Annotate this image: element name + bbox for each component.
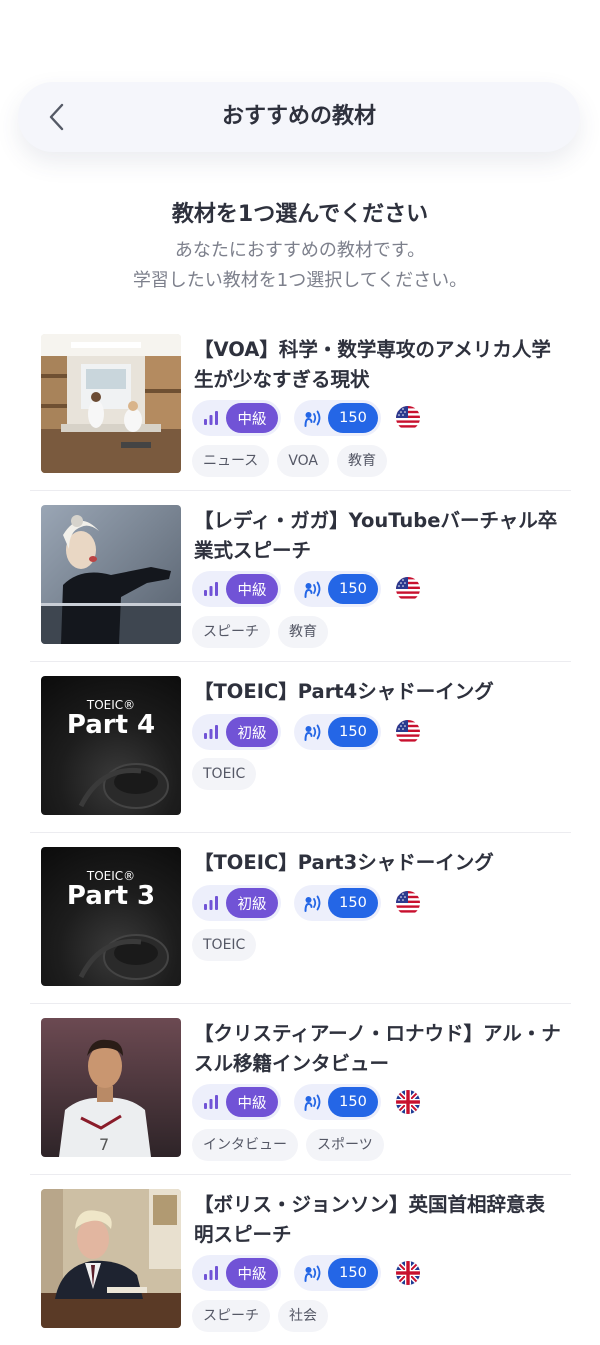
- material-title: 【レディ・ガガ】YouTubeバーチャル卒業式スピーチ: [194, 509, 558, 562]
- tag-list: スピーチ 社会: [192, 1300, 336, 1332]
- thumbnail-part-label: Part 3: [66, 881, 156, 911]
- tag: スピーチ: [192, 1300, 270, 1332]
- level-pill: 中級: [226, 403, 278, 433]
- count-pill: 150: [328, 1087, 378, 1117]
- material-card[interactable]: 【レディ・ガガ】YouTubeバーチャル卒業式スピーチ 中級 150 スピーチ …: [30, 491, 571, 662]
- speaking-icon: [302, 578, 324, 600]
- level-badge: 中級: [192, 400, 281, 436]
- tag-list: TOEIC: [192, 929, 264, 961]
- us-flag-icon: [396, 891, 420, 915]
- badge-row: 初級 150: [192, 885, 420, 921]
- tag: TOEIC: [192, 758, 257, 790]
- badge-row: 中級 150: [192, 400, 420, 436]
- count-pill: 150: [328, 888, 378, 918]
- tag: TOEIC: [192, 929, 257, 961]
- signal-bars-icon: [200, 407, 222, 429]
- us-flag-icon: [396, 720, 420, 744]
- tag: インタビュー: [192, 1129, 298, 1161]
- speaking-icon: [302, 721, 324, 743]
- count-pill: 150: [328, 403, 378, 433]
- badge-row: 中級 150: [192, 1084, 420, 1120]
- material-title: 【クリスティアーノ・ロナウド】アル・ナスル移籍インタビュー: [194, 1022, 561, 1075]
- intro-subtitle-line: あなたにおすすめの教材です。: [174, 240, 426, 261]
- thumbnail-toeic: TOEIC® Part 4: [41, 676, 181, 815]
- page-title: おすすめの教材: [221, 104, 376, 129]
- material-card[interactable]: TOEIC® Part 3 【TOEIC】Part3シャドーイング 初級 150…: [30, 833, 571, 1004]
- level-pill: 初級: [226, 888, 278, 918]
- us-flag-icon: [396, 577, 420, 601]
- level-pill: 中級: [226, 1087, 278, 1117]
- intro-subtitle-line: 学習したい教材を1つ選択してください。: [132, 270, 468, 291]
- level-badge: 初級: [192, 714, 281, 750]
- material-title: 【TOEIC】Part3シャドーイング: [194, 851, 494, 874]
- svg-text:7: 7: [99, 1135, 109, 1154]
- thumbnail-part-label: Part 4: [66, 710, 156, 740]
- thumbnail-lab-photo: [41, 334, 181, 473]
- tag: ニュース: [192, 445, 270, 477]
- material-card[interactable]: 【ボリス・ジョンソン】英国首相辞意表明スピーチ 中級 150 スピーチ 社会: [30, 1175, 571, 1345]
- speaking-icon: [302, 892, 324, 914]
- thumbnail-athlete-photo: 7: [41, 1018, 181, 1157]
- uk-flag-icon: [396, 1261, 420, 1285]
- level-pill: 中級: [226, 574, 278, 604]
- tag: スピーチ: [192, 616, 270, 648]
- tag: VOA: [277, 445, 329, 477]
- level-badge: 初級: [192, 885, 281, 921]
- shadowing-count-badge: 150: [294, 571, 381, 607]
- count-pill: 150: [328, 574, 378, 604]
- material-title: 【VOA】科学・数学専攻のアメリカ人学生が少なすぎる現状: [194, 338, 551, 391]
- thumbnail-speech-photo: [41, 505, 181, 644]
- material-title: 【TOEIC】Part4シャドーイング: [194, 680, 494, 703]
- thumbnail-toeic: TOEIC® Part 3: [41, 847, 181, 986]
- count-pill: 150: [328, 717, 378, 747]
- material-card[interactable]: 7 【クリスティアーノ・ロナウド】アル・ナスル移籍インタビュー 中級 150 イ…: [30, 1004, 571, 1175]
- badge-row: 中級 150: [192, 571, 420, 607]
- tag-list: インタビュー スポーツ: [192, 1129, 392, 1161]
- speaking-icon: [302, 407, 324, 429]
- tag: スポーツ: [306, 1129, 384, 1161]
- shadowing-count-badge: 150: [294, 885, 381, 921]
- count-pill: 150: [328, 1258, 378, 1288]
- signal-bars-icon: [200, 578, 222, 600]
- signal-bars-icon: [200, 1262, 222, 1284]
- badge-row: 初級 150: [192, 714, 420, 750]
- shadowing-count-badge: 150: [294, 1084, 381, 1120]
- intro-subtitle: あなたにおすすめの教材です。 学習したい教材を1つ選択してください。: [0, 236, 600, 296]
- material-card[interactable]: TOEIC® Part 4 【TOEIC】Part4シャドーイング 初級 150…: [30, 662, 571, 833]
- tag: 教育: [337, 445, 387, 477]
- signal-bars-icon: [200, 892, 222, 914]
- us-flag-icon: [396, 406, 420, 430]
- shadowing-count-badge: 150: [294, 1255, 381, 1291]
- level-badge: 中級: [192, 571, 281, 607]
- level-badge: 中級: [192, 1255, 281, 1291]
- thumbnail-office-photo: [41, 1189, 181, 1328]
- level-pill: 中級: [226, 1258, 278, 1288]
- signal-bars-icon: [200, 721, 222, 743]
- level-badge: 中級: [192, 1084, 281, 1120]
- tag-list: ニュース VOA 教育: [192, 445, 395, 477]
- speaking-icon: [302, 1091, 324, 1113]
- tag: 社会: [278, 1300, 328, 1332]
- tag: 教育: [278, 616, 328, 648]
- uk-flag-icon: [396, 1090, 420, 1114]
- material-card[interactable]: 【VOA】科学・数学専攻のアメリカ人学生が少なすぎる現状 中級 150 ニュース…: [30, 320, 571, 491]
- shadowing-count-badge: 150: [294, 400, 381, 436]
- speaking-icon: [302, 1262, 324, 1284]
- tag-list: TOEIC: [192, 758, 264, 790]
- tag-list: スピーチ 教育: [192, 616, 336, 648]
- badge-row: 中級 150: [192, 1255, 420, 1291]
- top-bar: おすすめの教材: [18, 82, 580, 152]
- material-title: 【ボリス・ジョンソン】英国首相辞意表明スピーチ: [194, 1193, 546, 1246]
- intro-title: 教材を1つ選んでください: [171, 202, 429, 227]
- signal-bars-icon: [200, 1091, 222, 1113]
- material-list: 【VOA】科学・数学専攻のアメリカ人学生が少なすぎる現状 中級 150 ニュース…: [30, 320, 571, 1345]
- shadowing-count-badge: 150: [294, 714, 381, 750]
- level-pill: 初級: [226, 717, 278, 747]
